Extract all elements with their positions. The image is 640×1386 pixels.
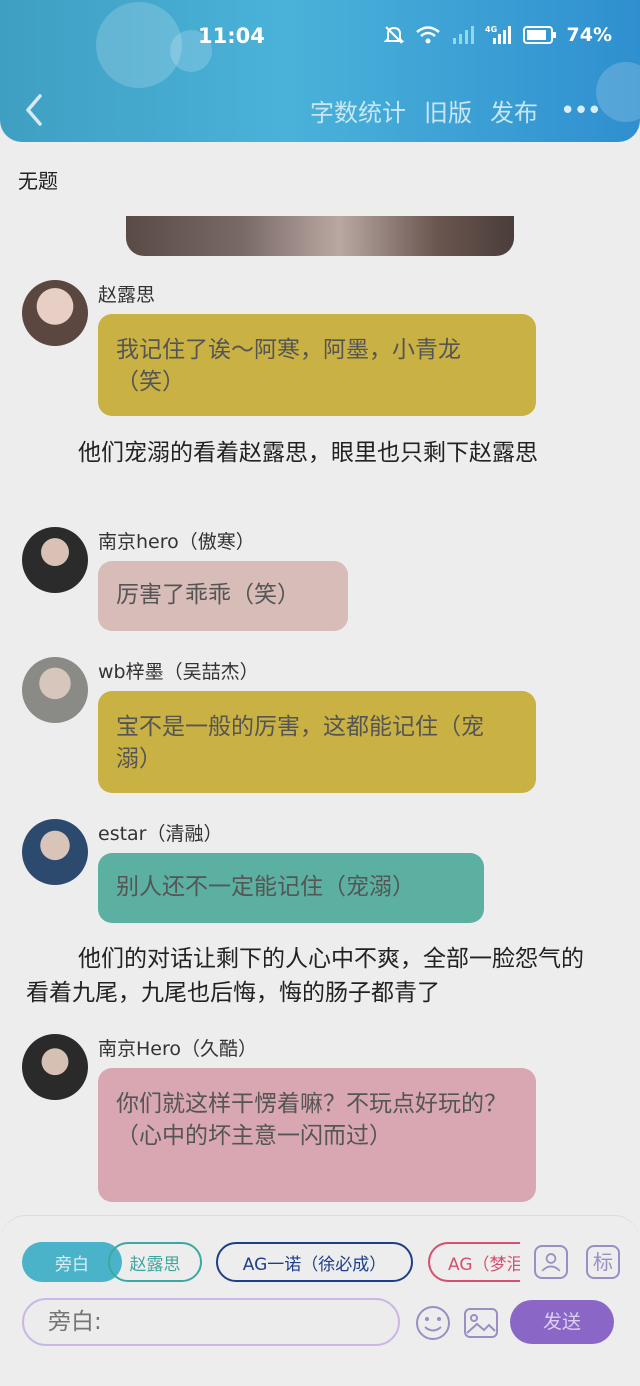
role-chip-zhaolusi[interactable]: 赵露思 xyxy=(108,1242,202,1282)
header-bar: 11:04 4G 74% 字数统计 旧版 发布 ••• xyxy=(0,0,640,142)
chat-message: wb梓墨（吴喆杰） 宝不是一般的厉害，这都能记住（宠溺） xyxy=(22,657,622,797)
inserted-image[interactable] xyxy=(126,216,514,256)
document-title: 无题 xyxy=(18,169,58,193)
narration-text[interactable]: 他们的对话让剩下的人心中不爽，全部一脸怨气的看着九尾，九尾也后悔，悔的肠子都青了 xyxy=(26,942,606,1010)
signal-4g-icon: 4G xyxy=(485,25,511,44)
status-icons: 4G 74% xyxy=(383,24,612,46)
status-time: 11:04 xyxy=(198,24,265,48)
narration-text[interactable]: 他们宠溺的看着赵露思，眼里也只剩下赵露思 xyxy=(26,436,606,470)
role-chip-ag-yinuo[interactable]: AG一诺（徐必成） xyxy=(216,1242,413,1282)
avatar[interactable] xyxy=(22,819,88,885)
chat-message: 南京hero（傲寒） 厉害了乖乖（笑） xyxy=(22,527,622,637)
mute-bell-icon xyxy=(383,26,404,44)
more-icon[interactable]: ••• xyxy=(560,96,602,126)
avatar[interactable] xyxy=(22,1034,88,1100)
avatar[interactable] xyxy=(22,280,88,346)
signal-icon xyxy=(452,26,474,44)
status-bar: 11:04 4G 74% xyxy=(0,18,640,58)
role-chip-ag-mengle[interactable]: AG（梦泪） xyxy=(428,1242,520,1282)
emoji-icon[interactable] xyxy=(414,1304,452,1342)
message-bubble[interactable]: 厉害了乖乖（笑） xyxy=(98,561,348,631)
avatar[interactable] xyxy=(22,657,88,723)
nav-bar: 字数统计 旧版 发布 ••• xyxy=(0,88,640,132)
battery-icon xyxy=(522,26,556,44)
word-count-button[interactable]: 字数统计 xyxy=(310,93,406,128)
tag-icon[interactable]: 标 xyxy=(586,1245,620,1279)
old-version-button[interactable]: 旧版 xyxy=(424,93,472,128)
network-label: 4G xyxy=(485,25,497,34)
message-bubble[interactable]: 宝不是一般的厉害，这都能记住（宠溺） xyxy=(98,691,536,793)
avatar[interactable] xyxy=(22,527,88,593)
speaker-name: wb梓墨（吴喆杰） xyxy=(98,661,259,683)
chat-message: 赵露思 我记住了诶～阿寒，阿墨，小青龙（笑） xyxy=(22,280,622,420)
message-input[interactable] xyxy=(22,1298,400,1346)
image-icon[interactable] xyxy=(462,1304,500,1342)
chat-message: 南京Hero（久酷） 你们就这样干愣着嘛？不玩点好玩的？（心中的坏主意一闪而过） xyxy=(22,1034,622,1204)
message-bubble[interactable]: 我记住了诶～阿寒，阿墨，小青龙（笑） xyxy=(98,314,536,416)
nav-actions: 字数统计 旧版 发布 xyxy=(310,93,538,128)
speaker-name: 南京hero（傲寒） xyxy=(98,531,255,553)
message-bubble[interactable]: 别人还不一定能记住（宠溺） xyxy=(98,853,484,923)
message-bubble[interactable]: 你们就这样干愣着嘛？不玩点好玩的？（心中的坏主意一闪而过） xyxy=(98,1068,536,1202)
wifi-icon xyxy=(415,26,440,44)
back-arrow-icon[interactable] xyxy=(20,92,52,128)
publish-button[interactable]: 发布 xyxy=(490,93,538,128)
person-icon[interactable] xyxy=(534,1245,568,1279)
chat-message: estar（清融） 别人还不一定能记住（宠溺） xyxy=(22,819,622,929)
speaker-name: 南京Hero（久酷） xyxy=(98,1038,257,1060)
speaker-name: 赵露思 xyxy=(98,284,156,306)
role-chip-narrator[interactable]: 旁白 xyxy=(22,1242,122,1282)
speaker-name: estar（清融） xyxy=(98,823,223,845)
send-button[interactable]: 发送 xyxy=(510,1300,614,1344)
battery-percent: 74% xyxy=(566,24,612,46)
